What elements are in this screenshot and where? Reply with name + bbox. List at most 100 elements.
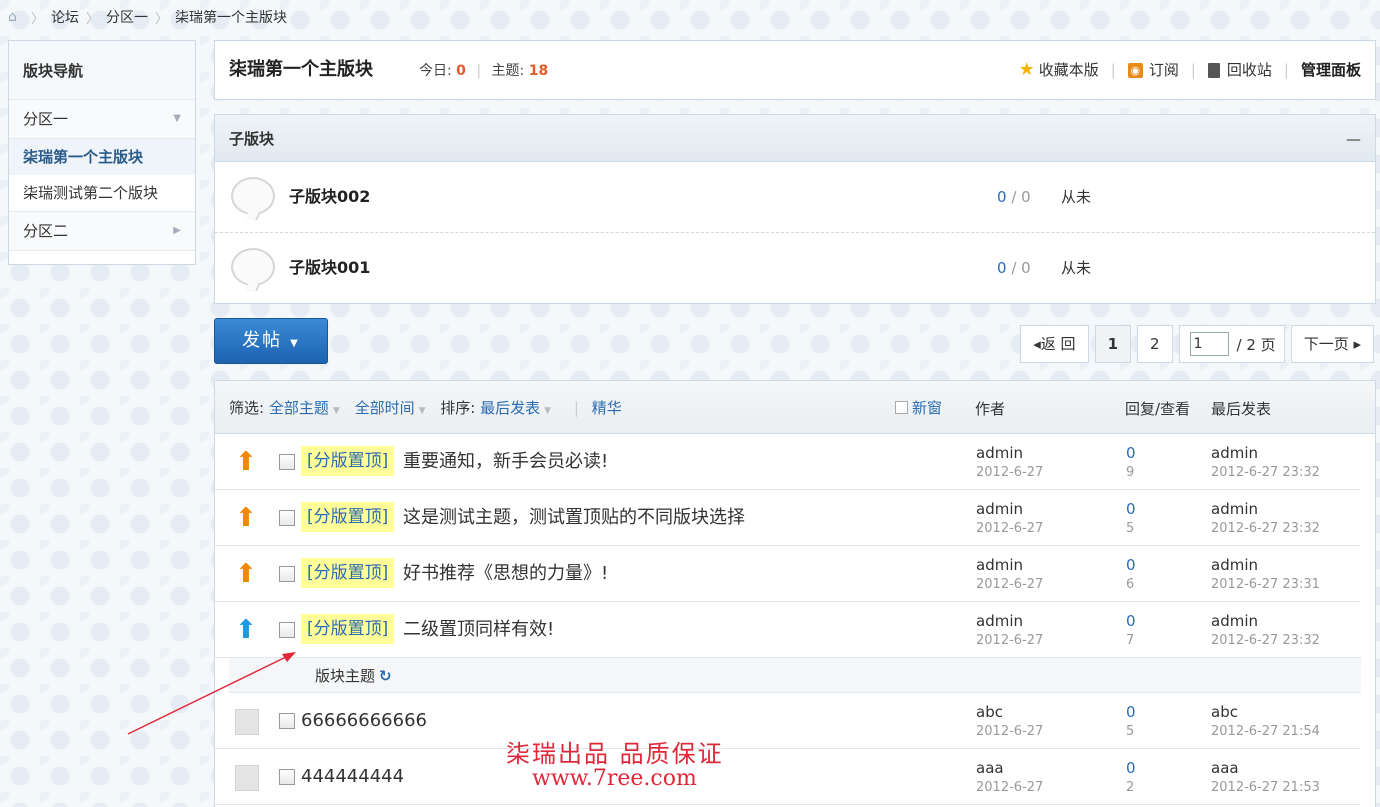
breadcrumb-section[interactable]: 分区一 <box>106 7 148 27</box>
thread-author: abc 2012-6-27 <box>976 703 1043 741</box>
sticky-level-3-icon: ⬆ <box>235 503 257 533</box>
subforum-panel-title: 子版块 <box>229 130 275 148</box>
sticky-level-2-icon: ⬆ <box>235 615 257 645</box>
thread-counts: 05 <box>1126 703 1136 741</box>
view-count: 6 <box>1126 577 1135 592</box>
thread-date: 2012-6-27 <box>976 780 1044 795</box>
sidebar-group-section-one[interactable]: 分区一 ▼ <box>9 100 195 139</box>
new-post-button[interactable]: 发帖 ▼ <box>214 318 328 364</box>
manage-panel-link[interactable]: 管理面板 <box>1301 41 1361 99</box>
thread-list-header: 筛选: 全部主题 ▼ 全部时间 ▼ 排序: 最后发表 ▼ | 精华 新窗 作者 回复/… <box>215 381 1375 434</box>
sort-last-post[interactable]: 最后发表 <box>480 399 540 417</box>
speech-bubble-icon <box>231 177 275 215</box>
thread-title[interactable]: 这是测试主题，测试置顶贴的不同版块选择 <box>403 490 745 546</box>
view-count: 7 <box>1126 633 1135 648</box>
last-poster-link[interactable]: aaa <box>1211 759 1239 777</box>
today-count: 0 <box>456 63 466 79</box>
reply-count: 0 <box>1126 759 1136 777</box>
new-post-label: 发帖 <box>242 330 283 351</box>
page-jump: 1 / 2 页 <box>1178 325 1285 363</box>
author-link[interactable]: admin <box>976 556 1023 574</box>
thread-counts: 06 <box>1126 556 1136 594</box>
new-window-toggle[interactable]: 新窗 <box>895 381 942 435</box>
view-count: 5 <box>1126 521 1135 536</box>
thread-filters: 筛选: 全部主题 ▼ 全部时间 ▼ 排序: 最后发表 ▼ | 精华 <box>229 381 622 438</box>
subforum-last-post: 从未 <box>1061 188 1092 206</box>
subscribe-link[interactable]: ◉ 订阅 <box>1127 41 1179 99</box>
sticky-thread-row: ⬆ [分版置顶] 好书推荐《思想的力量》! admin 2012-6-27 06 … <box>215 546 1361 602</box>
last-poster-link[interactable]: abc <box>1211 703 1238 721</box>
sidebar-item-main-forum[interactable]: 柒瑞第一个主版块 <box>9 139 195 175</box>
home-icon[interactable]: ⌂ <box>8 9 24 25</box>
caret-down-icon: ▼ <box>290 338 300 349</box>
thread-date: 2012-6-27 <box>976 724 1044 739</box>
sticky-tag[interactable]: [分版置顶] <box>301 502 395 532</box>
refresh-icon[interactable]: ↻ <box>379 667 392 685</box>
last-poster-link[interactable]: admin <box>1211 444 1258 462</box>
thread-checkbox[interactable] <box>279 769 295 785</box>
thread-title[interactable]: 好书推荐《思想的力量》! <box>403 546 608 602</box>
sticky-tag[interactable]: [分版置顶] <box>301 558 395 588</box>
thread-title[interactable]: 二级置顶同样有效! <box>403 602 554 658</box>
last-poster-link[interactable]: admin <box>1211 500 1258 518</box>
subforum-thread-count: 0 <box>997 188 1007 206</box>
new-window-checkbox[interactable] <box>895 401 908 414</box>
reply-count: 0 <box>1126 500 1136 518</box>
chevron-right-icon: ▶ <box>173 225 181 236</box>
last-post-time[interactable]: 2012-6-27 21:53 <box>1211 780 1320 795</box>
chevron-down-icon: ▼ <box>332 406 340 416</box>
sidebar-item-second-forum[interactable]: 柒瑞测试第二个版块 <box>9 175 195 212</box>
last-post-time[interactable]: 2012-6-27 23:32 <box>1211 633 1320 648</box>
section-label: 版块主题 <box>315 667 376 685</box>
sidebar-group-section-two[interactable]: 分区二 ▶ <box>9 212 195 251</box>
filter-all-topics[interactable]: 全部主题 <box>269 399 329 417</box>
thread-checkbox[interactable] <box>279 713 295 729</box>
sticky-tag[interactable]: [分版置顶] <box>301 614 395 644</box>
subforum-link[interactable]: 子版块001 <box>289 233 370 303</box>
thread-title[interactable]: 444444444 <box>301 749 404 805</box>
back-button[interactable]: ◂返 回 <box>1020 325 1089 363</box>
author-link[interactable]: abc <box>976 703 1003 721</box>
author-link[interactable]: admin <box>976 444 1023 462</box>
thread-title[interactable]: 重要通知，新手会员必读! <box>403 434 608 490</box>
subforum-last-post: 从未 <box>1061 259 1092 277</box>
last-post-time[interactable]: 2012-6-27 23:32 <box>1211 465 1320 480</box>
page-2-link[interactable]: 2 <box>1137 325 1173 363</box>
chevron-down-icon: ▼ <box>418 406 426 416</box>
author-link[interactable]: aaa <box>976 759 1004 777</box>
last-poster-link[interactable]: admin <box>1211 556 1258 574</box>
thread-counts: 09 <box>1126 444 1136 482</box>
subforum-link[interactable]: 子版块002 <box>289 162 370 232</box>
digest-filter[interactable]: 精华 <box>592 399 622 417</box>
topics-label: 主题: <box>491 63 525 79</box>
last-post-time[interactable]: 2012-6-27 23:31 <box>1211 577 1320 592</box>
breadcrumb-forum[interactable]: 论坛 <box>51 7 79 27</box>
thread-checkbox[interactable] <box>279 566 295 582</box>
new-window-label: 新窗 <box>912 399 943 417</box>
author-link[interactable]: admin <box>976 612 1023 630</box>
thread-title[interactable]: 66666666666 <box>301 693 427 749</box>
page-1-link[interactable]: 1 <box>1094 325 1131 363</box>
filter-all-time[interactable]: 全部时间 <box>355 399 415 417</box>
last-post-time[interactable]: 2012-6-27 21:54 <box>1211 724 1320 739</box>
next-page-button[interactable]: 下一页 ▸ <box>1290 325 1374 363</box>
divider: | <box>1190 61 1196 79</box>
star-icon: ★ <box>1018 59 1035 80</box>
thread-checkbox[interactable] <box>279 622 295 638</box>
favorite-forum-link[interactable]: ★ 收藏本版 <box>1019 41 1099 99</box>
sticky-tag[interactable]: [分版置顶] <box>301 446 395 476</box>
collapse-icon[interactable]: — <box>1346 115 1361 163</box>
page-total: / 2 页 <box>1236 335 1276 354</box>
last-poster-link[interactable]: admin <box>1211 612 1258 630</box>
page-number-input[interactable]: 1 <box>1189 332 1229 356</box>
last-post-time[interactable]: 2012-6-27 23:32 <box>1211 521 1320 536</box>
subforum-post-count: 0 <box>1021 259 1031 277</box>
author-link[interactable]: admin <box>976 500 1023 518</box>
thread-checkbox[interactable] <box>279 454 295 470</box>
recycle-bin-link[interactable]: 回收站 <box>1207 41 1272 99</box>
thread-row: 444444444 aaa 2012-6-27 0 2 aaa 2012-6-27 2… <box>215 749 1361 805</box>
view-count: 2 <box>1126 780 1135 795</box>
forum-title: 柒瑞第一个主版块 <box>229 59 373 80</box>
thread-checkbox[interactable] <box>279 510 295 526</box>
reply-count: 0 <box>1126 703 1136 721</box>
